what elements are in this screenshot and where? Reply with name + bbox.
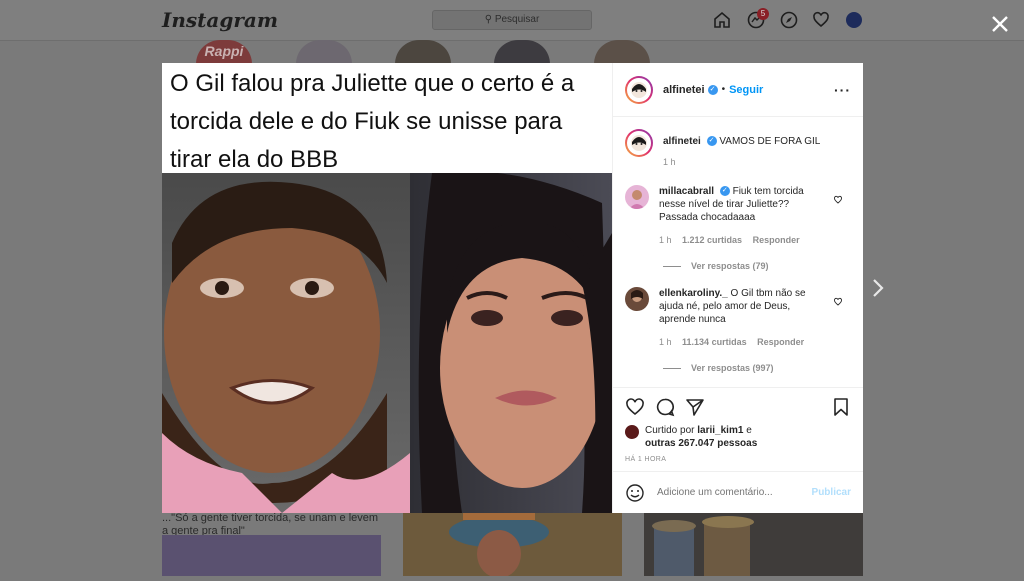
verified-badge-icon: ✓: [706, 136, 717, 147]
post-modal: O Gil falou pra Juliette que o certo é a…: [162, 63, 863, 513]
thumbnail-illustration: [652, 516, 754, 576]
caption-avatar[interactable]: [625, 129, 653, 157]
chevron-right-icon[interactable]: [870, 278, 886, 298]
comment-like-heart-icon[interactable]: [833, 195, 843, 205]
post-actions: Curtido por larii_kim1 e outras 267.047 …: [613, 387, 863, 463]
share-paper-plane-icon[interactable]: [685, 397, 705, 417]
comment-time: 1 h: [659, 337, 672, 347]
explore-icon[interactable]: [779, 10, 799, 30]
post-headline: O Gil falou pra Juliette que o certo é a…: [162, 63, 612, 173]
commenter-avatar[interactable]: [625, 287, 649, 311]
comment-like-heart-icon[interactable]: [833, 297, 843, 307]
author-avatar[interactable]: [625, 75, 653, 104]
post-sidebar: alfinetei ✓ • Seguir ··· alfinetei ✓ VAM…: [612, 63, 863, 513]
caption-avatar-image: [631, 135, 647, 151]
liked-by-others[interactable]: outras 267.047 pessoas: [645, 438, 757, 449]
heart-icon[interactable]: [811, 10, 831, 30]
more-options-icon[interactable]: ···: [834, 82, 851, 98]
background-post-thumbnail[interactable]: [403, 512, 622, 578]
reply-button[interactable]: Responder: [753, 235, 800, 245]
verified-badge-icon: ✓: [707, 84, 718, 95]
separator-dot: •: [721, 84, 726, 95]
view-replies-label: Ver respostas (997): [691, 363, 774, 373]
save-bookmark-icon[interactable]: [831, 397, 851, 417]
profile-avatar[interactable]: [846, 12, 862, 28]
author-avatar-image: [631, 81, 647, 98]
search-placeholder: Pesquisar: [494, 14, 540, 25]
author-username[interactable]: alfinetei: [663, 84, 705, 96]
comment-username[interactable]: ellenkaroliny._: [659, 288, 728, 299]
liked-by-prefix: Curtido por: [645, 425, 695, 436]
caption-time: 1 h: [663, 157, 676, 167]
story-label: Rappi: [204, 43, 244, 59]
emoji-icon[interactable]: [625, 483, 645, 503]
reply-button[interactable]: Responder: [757, 337, 804, 347]
story-item[interactable]: [395, 40, 451, 64]
verified-badge-icon: ✓: [719, 186, 730, 197]
comment-likes[interactable]: 1.212 curtidas: [682, 235, 742, 245]
follow-button[interactable]: Seguir: [729, 84, 763, 96]
post-media: O Gil falou pra Juliette que o certo é a…: [162, 63, 612, 513]
view-replies-button[interactable]: Ver respostas (79): [663, 261, 851, 271]
publish-button[interactable]: Publicar: [812, 487, 851, 498]
comment-item: millacabrall ✓ Fiuk tem torcida nesse ní…: [625, 185, 851, 247]
search-icon: ⚲: [484, 14, 493, 25]
messages-badge: 5: [757, 8, 769, 20]
liked-by-summary[interactable]: Curtido por larii_kim1 e outras 267.047 …: [625, 424, 851, 450]
story-item[interactable]: [594, 40, 650, 64]
close-icon[interactable]: [990, 14, 1010, 34]
post-caption: alfinetei ✓ VAMOS DE FORA GIL 1 h: [625, 129, 851, 169]
thumbnail-illustration: [449, 512, 549, 578]
liker-avatar: [625, 425, 639, 439]
background-post-thumbnail[interactable]: [644, 512, 863, 576]
comment-time: 1 h: [659, 235, 672, 245]
comments-list[interactable]: alfinetei ✓ VAMOS DE FORA GIL 1 h millac…: [613, 117, 863, 387]
like-heart-icon[interactable]: [625, 397, 645, 417]
story-item[interactable]: [494, 40, 550, 64]
post-photo: [162, 173, 612, 513]
caption-text: VAMOS DE FORA GIL: [719, 136, 821, 147]
commenter-avatar[interactable]: [625, 185, 649, 209]
liked-by-mid: e: [746, 425, 752, 436]
view-replies-button[interactable]: Ver respostas (997): [663, 363, 851, 373]
post-timestamp[interactable]: HÁ 1 HORA: [625, 456, 851, 463]
comment-bubble-icon[interactable]: [655, 397, 675, 417]
comment-username[interactable]: millacabrall: [659, 186, 714, 197]
story-item[interactable]: Rappi: [196, 40, 252, 64]
caption-username[interactable]: alfinetei: [663, 136, 701, 147]
view-replies-label: Ver respostas (79): [691, 261, 769, 271]
instagram-logo[interactable]: Instagram: [162, 8, 278, 32]
stories-row: Rappi: [0, 40, 1024, 64]
story-item[interactable]: [296, 40, 352, 64]
search-box[interactable]: ⚲ Pesquisar: [432, 10, 592, 30]
comment-input[interactable]: [655, 486, 812, 499]
comment-item: ellenkaroliny._ O Gil tbm não se ajuda n…: [625, 287, 851, 349]
post-header: alfinetei ✓ • Seguir ···: [613, 63, 863, 117]
background-post-thumbnail[interactable]: [162, 535, 381, 576]
home-icon[interactable]: [712, 10, 732, 30]
background-top-bar: Instagram ⚲ Pesquisar 5: [0, 0, 1024, 41]
liked-by-user[interactable]: larii_kim1: [697, 425, 743, 436]
add-comment-bar: Publicar: [613, 471, 863, 513]
comment-likes[interactable]: 11.134 curtidas: [682, 337, 747, 347]
